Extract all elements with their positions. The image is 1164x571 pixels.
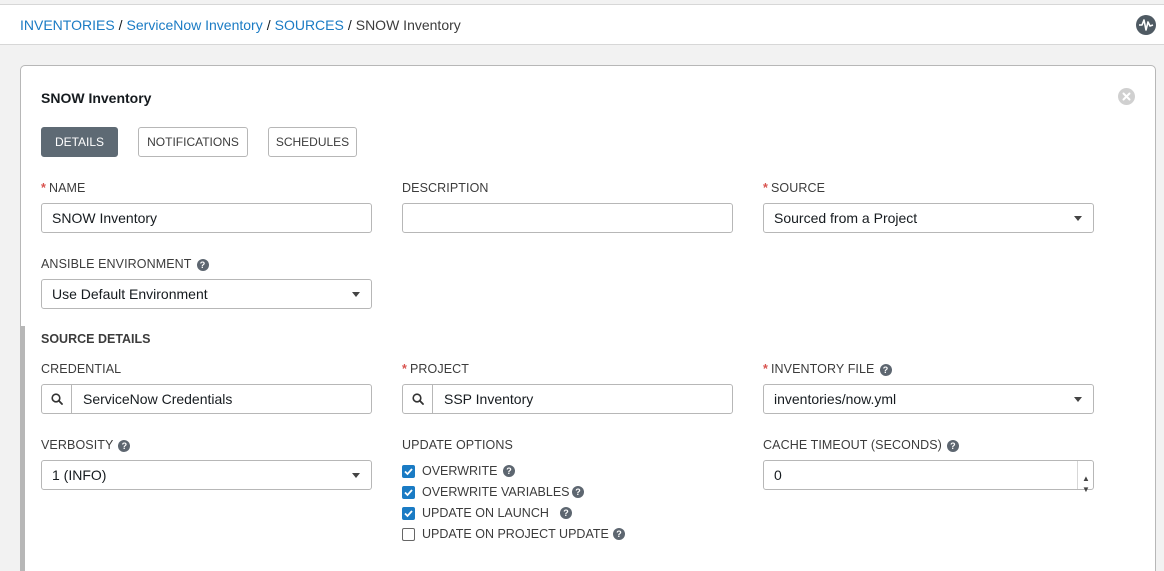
tab-details[interactable]: DETAILS	[41, 127, 118, 157]
verbosity-value: 1 (INFO)	[52, 467, 107, 483]
breadcrumb: INVENTORIES / ServiceNow Inventory / SOURCES…	[20, 17, 461, 33]
help-icon[interactable]: ?	[503, 465, 515, 477]
tab-schedules[interactable]: SCHEDULES	[268, 127, 357, 157]
overwrite-label: OVERWRITE	[422, 464, 498, 478]
chevron-down-icon	[352, 473, 360, 478]
checkbox-checked-icon[interactable]	[402, 486, 415, 499]
help-icon[interactable]: ?	[118, 440, 131, 452]
breadcrumb-sources[interactable]: SOURCES	[275, 17, 344, 33]
project-label-text: PROJECT	[409, 362, 470, 376]
source-select-value: Sourced from a Project	[774, 210, 918, 226]
cache-timeout-input[interactable]: 0 ▲ ▼	[763, 460, 1094, 494]
help-icon[interactable]: ?	[946, 440, 959, 452]
update-on-project-update-checkbox[interactable]: UPDATE ON PROJECT UPDATE ?	[402, 527, 702, 543]
help-icon[interactable]: ?	[560, 507, 572, 519]
source-select[interactable]: Sourced from a Project	[763, 203, 1094, 233]
number-stepper[interactable]: ▲ ▼	[1077, 461, 1093, 494]
description-label: DESCRIPTION	[402, 181, 489, 195]
inventory-source-form: SNOW Inventory DETAILS NOTIFICATIONS SCH…	[20, 65, 1156, 571]
required-mark: *	[763, 181, 768, 195]
ansible-environment-select[interactable]: Use Default Environment	[41, 279, 372, 309]
checkbox-checked-icon[interactable]	[402, 507, 415, 520]
tab-notifications[interactable]: NOTIFICATIONS	[138, 127, 248, 157]
ansible-environment-value: Use Default Environment	[52, 286, 208, 302]
breadcrumb-separator: /	[266, 17, 271, 33]
name-label: * NAME	[41, 181, 85, 195]
stepper-down-icon[interactable]: ▼	[1082, 476, 1090, 504]
verbosity-label-text: VERBOSITY	[41, 438, 114, 452]
verbosity-select[interactable]: 1 (INFO)	[41, 460, 372, 490]
ansible-environment-label-text: ANSIBLE ENVIRONMENT	[41, 257, 192, 271]
cache-timeout-label: CACHE TIMEOUT (SECONDS)?	[763, 438, 959, 452]
search-icon[interactable]	[403, 385, 433, 413]
chevron-down-icon	[1074, 216, 1082, 221]
overwrite-variables-checkbox[interactable]: OVERWRITE VARIABLES ?	[402, 485, 702, 501]
source-label-text: SOURCE	[770, 181, 826, 195]
verbosity-label: VERBOSITY?	[41, 438, 131, 452]
inventory-file-value: inventories/now.yml	[774, 391, 897, 407]
help-icon[interactable]: ?	[879, 364, 892, 376]
help-icon[interactable]: ?	[572, 486, 584, 498]
overwrite-variables-label: OVERWRITE VARIABLES	[422, 485, 570, 499]
project-label: * PROJECT	[402, 362, 469, 376]
credential-label: CREDENTIAL	[41, 362, 122, 376]
project-value: SSP Inventory	[444, 391, 534, 407]
cache-timeout-value: 0	[774, 467, 782, 483]
update-on-launch-label: UPDATE ON LAUNCH	[422, 506, 549, 520]
update-options-label: UPDATE OPTIONS	[402, 438, 513, 452]
chevron-down-icon	[352, 292, 360, 297]
source-details-title: SOURCE DETAILS	[41, 332, 151, 346]
search-icon[interactable]	[42, 385, 72, 413]
update-on-launch-checkbox[interactable]: UPDATE ON LAUNCH ?	[402, 506, 702, 522]
help-icon[interactable]: ?	[613, 528, 625, 540]
help-icon[interactable]: ?	[196, 259, 209, 271]
breadcrumb-bar: INVENTORIES / ServiceNow Inventory / SOURCES…	[0, 4, 1164, 45]
breadcrumb-separator: /	[347, 17, 352, 33]
update-on-project-update-label: UPDATE ON PROJECT UPDATE	[422, 527, 609, 541]
source-details-bar	[20, 326, 25, 571]
inventory-file-label-text: INVENTORY FILE	[770, 362, 875, 376]
checkbox-checked-icon[interactable]	[402, 465, 415, 478]
description-input[interactable]	[402, 203, 733, 233]
form-title: SNOW Inventory	[41, 90, 152, 106]
breadcrumb-servicenow-inventory[interactable]: ServiceNow Inventory	[127, 17, 263, 33]
cache-timeout-label-text: CACHE TIMEOUT (SECONDS)	[763, 438, 942, 452]
name-label-text: NAME	[48, 181, 86, 195]
inventory-file-select[interactable]: inventories/now.yml	[763, 384, 1094, 414]
breadcrumb-separator: /	[118, 17, 123, 33]
ansible-environment-label: ANSIBLE ENVIRONMENT?	[41, 257, 209, 271]
activity-stream-icon[interactable]	[1136, 15, 1156, 35]
credential-lookup[interactable]: ServiceNow Credentials	[41, 384, 372, 414]
required-mark: *	[402, 362, 407, 376]
inventory-file-label: * INVENTORY FILE?	[763, 362, 892, 376]
overwrite-checkbox[interactable]: OVERWRITE ?	[402, 464, 702, 480]
breadcrumb-current: SNOW Inventory	[355, 17, 461, 33]
close-icon[interactable]	[1118, 88, 1135, 105]
chevron-down-icon	[1074, 397, 1082, 402]
source-label: * SOURCE	[763, 181, 825, 195]
name-input[interactable]: SNOW Inventory	[41, 203, 372, 233]
required-mark: *	[763, 362, 768, 376]
project-lookup[interactable]: SSP Inventory	[402, 384, 733, 414]
breadcrumb-inventories[interactable]: INVENTORIES	[20, 17, 115, 33]
required-mark: *	[41, 181, 46, 195]
credential-value: ServiceNow Credentials	[83, 391, 233, 407]
checkbox-unchecked-icon[interactable]	[402, 528, 415, 541]
